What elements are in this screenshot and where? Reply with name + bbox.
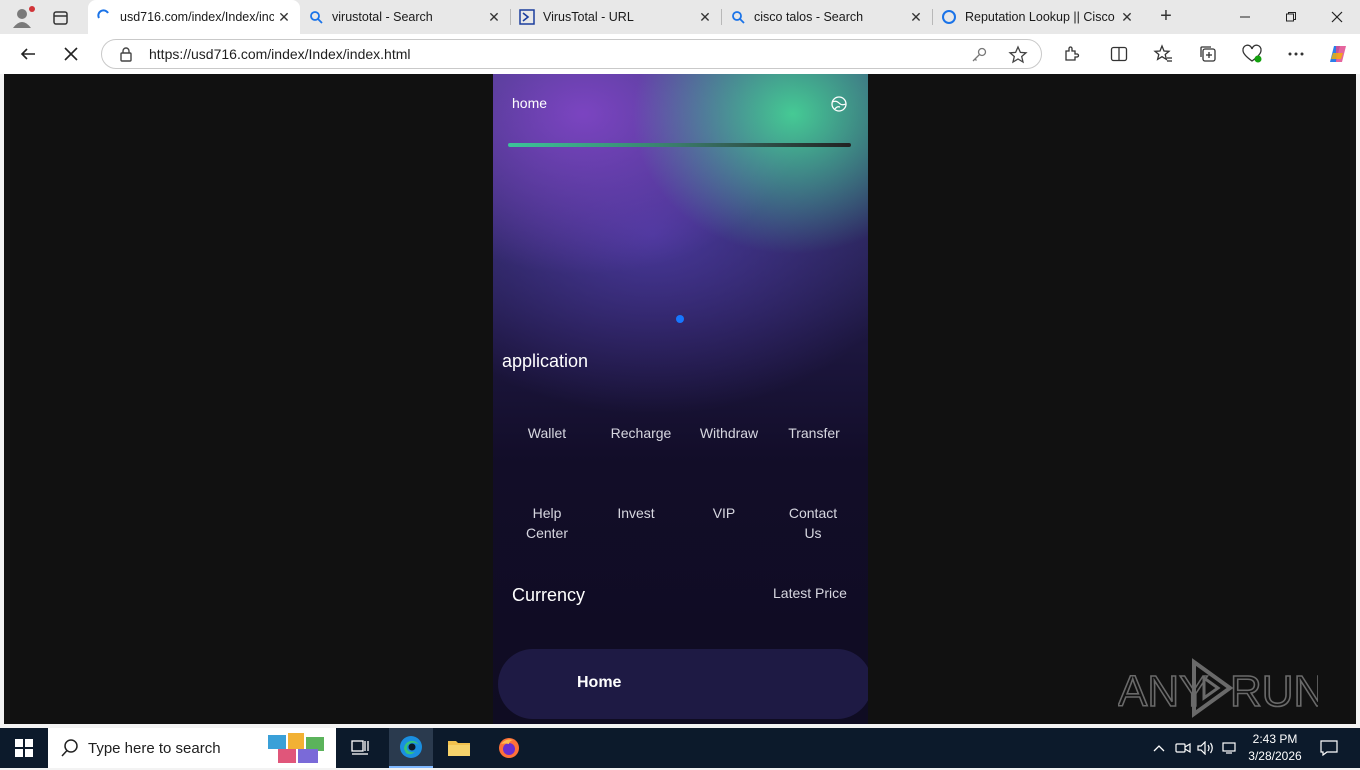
restore-button[interactable] (1268, 0, 1314, 34)
meet-now-icon[interactable] (1174, 728, 1192, 768)
url-text[interactable]: https://usd716.com/index/Index/index.htm… (149, 46, 410, 62)
search-icon (60, 738, 80, 763)
close-window-button[interactable] (1314, 0, 1360, 34)
application-section-title: application (502, 351, 589, 371)
tab-title: virustotal - Search (332, 10, 433, 24)
file-explorer-icon[interactable] (437, 728, 481, 768)
firefox-icon[interactable] (487, 728, 531, 768)
app-help-center[interactable]: Help Center (507, 503, 587, 543)
loading-spinner-icon (96, 9, 112, 25)
mobile-app-frame: home application Wallet Recharge Withdra… (493, 74, 868, 724)
tab-actions-icon[interactable] (46, 6, 74, 30)
tab-reputation-lookup[interactable]: Reputation Lookup || Cisco T ✕ (933, 0, 1143, 34)
start-button[interactable] (0, 728, 48, 768)
close-tab-icon[interactable]: ✕ (274, 9, 294, 26)
taskbar-search-box[interactable]: Type here to search (48, 728, 336, 768)
favorite-star-icon[interactable] (1008, 45, 1028, 70)
carousel-indicator-dot[interactable] (676, 315, 684, 323)
app-contact-us[interactable]: Contact Us (773, 503, 853, 543)
minimize-button[interactable] (1222, 0, 1268, 34)
search-icon (730, 9, 746, 25)
tab-cisco-talos-search[interactable]: cisco talos - Search ✕ (722, 0, 932, 34)
address-bar[interactable]: https://usd716.com/index/Index/index.htm… (101, 39, 1042, 69)
browser-essentials-icon[interactable] (1239, 42, 1265, 66)
clock-time: 2:43 PM (1252, 732, 1298, 746)
app-invest[interactable]: Invest (596, 503, 676, 523)
close-tab-icon[interactable]: ✕ (695, 9, 715, 26)
virustotal-icon (519, 9, 535, 25)
back-button[interactable] (12, 38, 44, 70)
copilot-icon[interactable] (1325, 42, 1351, 66)
new-tab-button[interactable]: + (1152, 4, 1180, 30)
more-options-icon[interactable] (1283, 42, 1309, 66)
app-wallet[interactable]: Wallet (507, 423, 587, 443)
app-transfer[interactable]: Transfer (774, 423, 854, 443)
collections-icon[interactable] (1195, 42, 1221, 66)
latest-price-label: Latest Price (773, 585, 847, 601)
tab-title: cisco talos - Search (754, 10, 864, 24)
tab-usd716[interactable]: usd716.com/index/Index/inc ✕ (88, 0, 300, 34)
close-tab-icon[interactable]: ✕ (484, 9, 504, 26)
lock-icon[interactable] (118, 46, 134, 67)
currency-section-title: Currency (512, 585, 586, 605)
svg-text:RUN: RUN (1230, 667, 1318, 716)
search-icon (308, 9, 324, 25)
browser-tab-bar: usd716.com/index/Index/inc ✕ virustotal … (0, 0, 1360, 34)
favorites-icon[interactable] (1150, 42, 1176, 66)
password-key-icon[interactable] (970, 46, 988, 69)
notice-bar (508, 143, 851, 147)
tab-virustotal-url[interactable]: VirusTotal - URL ✕ (511, 0, 721, 34)
windows-taskbar: Type here to search 2:43 PM 3/28/2026 (0, 728, 1360, 768)
volume-icon[interactable] (1197, 728, 1215, 768)
notification-center-icon[interactable] (1316, 728, 1342, 768)
search-highlight-puzzle-icon (266, 731, 328, 765)
app-withdraw[interactable]: Withdraw (689, 423, 769, 443)
tab-title: VirusTotal - URL (543, 10, 634, 24)
tab-title: Reputation Lookup || Cisco T (965, 10, 1117, 24)
task-view-icon[interactable] (338, 728, 382, 768)
nav-home[interactable]: Home (577, 674, 621, 692)
system-clock[interactable]: 2:43 PM 3/28/2026 (1240, 731, 1310, 765)
split-screen-icon[interactable] (1106, 42, 1132, 66)
search-placeholder: Type here to search (88, 740, 221, 757)
bottom-navigation: Home (498, 649, 868, 719)
page-title: home (512, 95, 548, 111)
clock-date: 3/28/2026 (1248, 749, 1302, 763)
tab-title: usd716.com/index/Index/inc (120, 10, 274, 24)
stop-loading-button[interactable] (55, 38, 87, 70)
extensions-icon[interactable] (1058, 42, 1084, 66)
edge-taskbar-icon[interactable] (389, 728, 433, 768)
tray-overflow-chevron-icon[interactable] (1150, 728, 1168, 768)
tab-virustotal-search[interactable]: virustotal - Search ✕ (300, 0, 510, 34)
talos-icon (941, 9, 957, 25)
profile-avatar-icon[interactable] (8, 4, 36, 30)
app-vip[interactable]: VIP (684, 503, 764, 523)
app-recharge[interactable]: Recharge (601, 423, 681, 443)
language-globe-icon[interactable] (829, 94, 849, 114)
close-tab-icon[interactable]: ✕ (906, 9, 926, 26)
network-icon[interactable] (1221, 728, 1239, 768)
anyrun-watermark-logo: ANY RUN (1117, 656, 1326, 720)
close-tab-icon[interactable]: ✕ (1117, 9, 1137, 26)
